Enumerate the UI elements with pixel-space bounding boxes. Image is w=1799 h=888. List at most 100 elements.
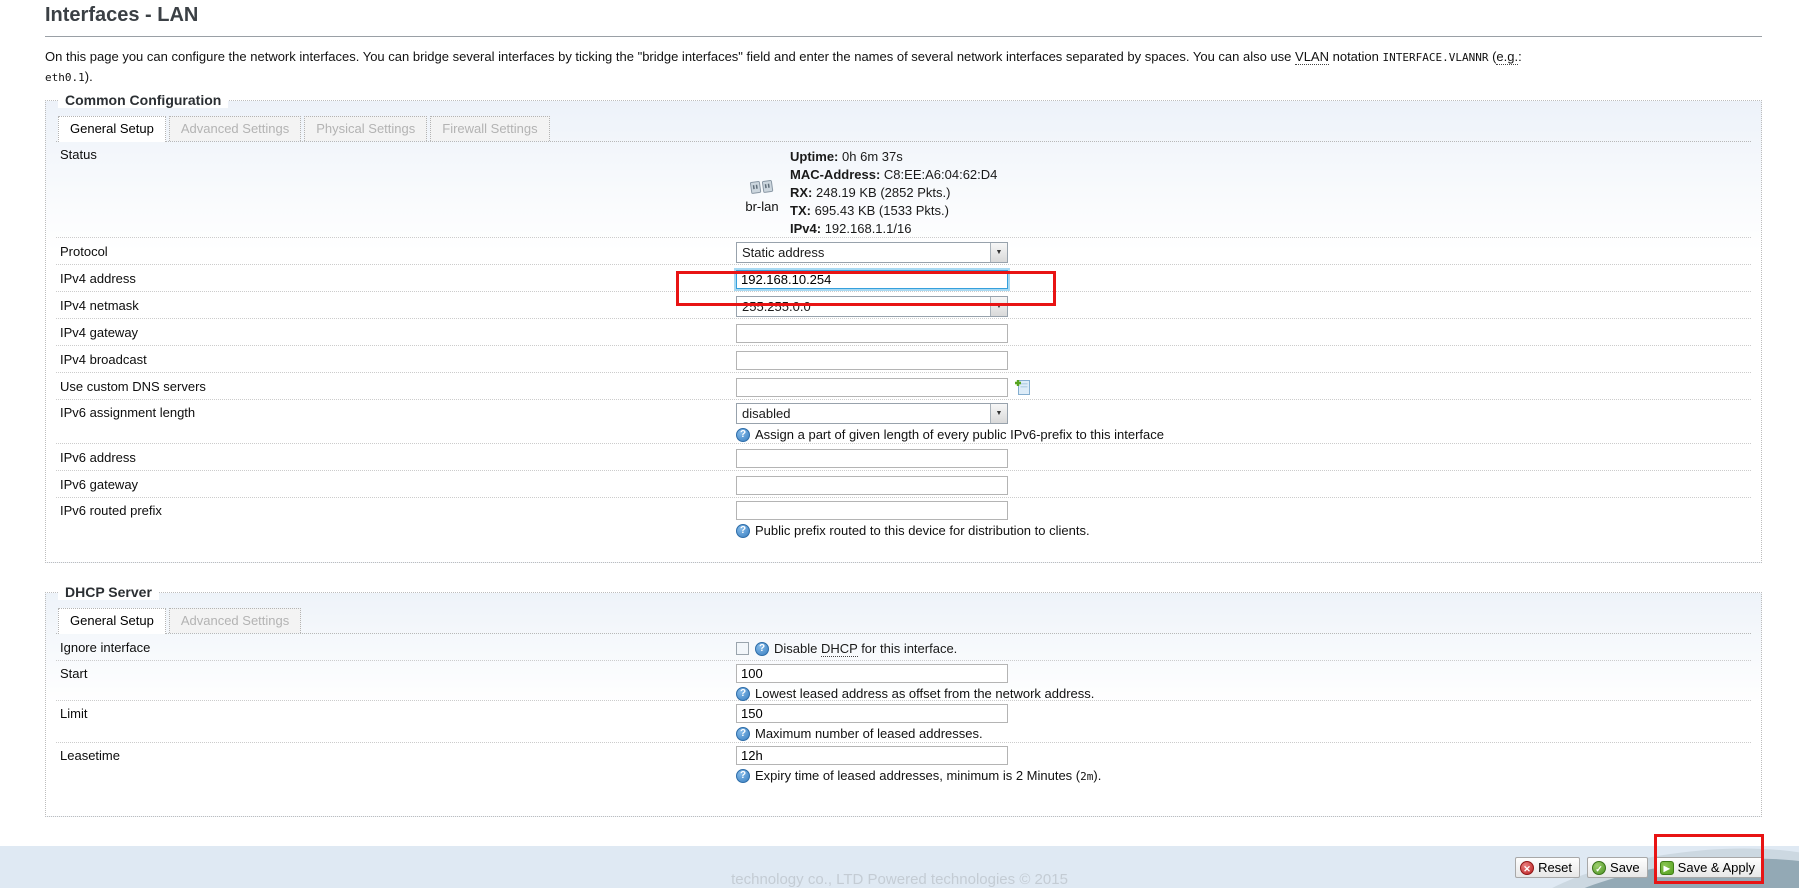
tab-general-setup[interactable]: General Setup bbox=[58, 116, 166, 142]
dhcp-tab-general-setup[interactable]: General Setup bbox=[58, 608, 166, 634]
save-icon: ✓ bbox=[1592, 861, 1606, 875]
row-status: Status br-lan Upti bbox=[56, 142, 1751, 238]
ignore-interface-label: Ignore interface bbox=[60, 634, 736, 660]
ipv6-address-input[interactable] bbox=[736, 449, 1008, 468]
dhcp-limit-help: ? Maximum number of leased addresses. bbox=[736, 726, 1008, 741]
page-description: On this page you can configure the netwo… bbox=[45, 47, 1550, 86]
apply-icon: ▶ bbox=[1660, 861, 1674, 875]
tab-advanced-settings[interactable]: Advanced Settings bbox=[169, 116, 301, 141]
ignore-interface-help: Disable DHCP for this interface. bbox=[774, 641, 957, 656]
ipv6-gateway-input[interactable] bbox=[736, 476, 1008, 495]
ipv6-routed-prefix-input[interactable] bbox=[736, 501, 1008, 520]
ipv4-netmask-label: IPv4 netmask bbox=[60, 292, 736, 318]
tab-firewall-settings[interactable]: Firewall Settings bbox=[430, 116, 549, 141]
interface-device: br-lan bbox=[736, 154, 788, 237]
ipv6-address-label: IPv6 address bbox=[60, 444, 736, 470]
add-entry-icon[interactable] bbox=[1014, 379, 1031, 396]
dhcp-limit-label: Limit bbox=[60, 701, 736, 742]
title-divider bbox=[45, 36, 1762, 37]
dhcp-server-section: DHCP Server General Setup Advanced Setti… bbox=[45, 592, 1762, 817]
ipv4-netmask-select[interactable]: 255.255.0.0 ▼ bbox=[736, 296, 1008, 317]
ipv4-gateway-input[interactable] bbox=[736, 324, 1008, 343]
ipv4-broadcast-label: IPv4 broadcast bbox=[60, 346, 736, 372]
dhcp-start-input[interactable] bbox=[736, 664, 1008, 683]
ipv4-broadcast-input[interactable] bbox=[736, 351, 1008, 370]
dhcp-leasetime-help: ? Expiry time of leased addresses, minim… bbox=[736, 768, 1101, 783]
ignore-interface-checkbox[interactable] bbox=[736, 642, 749, 655]
row-ipv4-broadcast: IPv4 broadcast bbox=[56, 346, 1751, 373]
ipv6-assignment-select[interactable]: disabled ▼ bbox=[736, 403, 1008, 424]
common-configuration-legend: Common Configuration bbox=[58, 92, 228, 108]
save-button[interactable]: ✓Save bbox=[1587, 857, 1648, 878]
ipv6-routed-prefix-label: IPv6 routed prefix bbox=[60, 498, 736, 544]
dhcp-limit-input[interactable] bbox=[736, 704, 1008, 723]
row-custom-dns: Use custom DNS servers bbox=[56, 373, 1751, 400]
chevron-down-icon: ▼ bbox=[990, 297, 1007, 316]
vlan-abbr: VLAN bbox=[1295, 49, 1329, 65]
ipv4-netmask-selected-value: 255.255.0.0 bbox=[737, 297, 990, 316]
reset-button[interactable]: ✕Reset bbox=[1515, 857, 1580, 878]
row-ipv6-address: IPv6 address bbox=[56, 444, 1751, 471]
dhcp-tabs: General Setup Advanced Settings bbox=[56, 607, 1751, 634]
custom-dns-label: Use custom DNS servers bbox=[60, 373, 736, 399]
eg-abbr: e.g. bbox=[1496, 49, 1518, 65]
common-config-tabs: General Setup Advanced Settings Physical… bbox=[56, 115, 1751, 142]
row-dhcp-start: Start ? Lowest leased address as offset … bbox=[56, 661, 1751, 701]
help-icon: ? bbox=[755, 642, 769, 656]
row-dhcp-limit: Limit ? Maximum number of leased address… bbox=[56, 701, 1751, 743]
reset-icon: ✕ bbox=[1520, 861, 1534, 875]
ipv6-gateway-label: IPv6 gateway bbox=[60, 471, 736, 497]
ipv4-gateway-label: IPv4 gateway bbox=[60, 319, 736, 345]
leasetime-min-code: 2m bbox=[1080, 770, 1093, 783]
row-ipv6-assignment: IPv6 assignment length disabled ▼ ? Assi… bbox=[56, 400, 1751, 444]
status-label: Status bbox=[60, 142, 736, 237]
row-ipv4-gateway: IPv4 gateway bbox=[56, 319, 1751, 346]
chevron-down-icon: ▼ bbox=[990, 243, 1007, 262]
ipv6-routed-prefix-help: ? Public prefix routed to this device fo… bbox=[736, 523, 1090, 538]
row-protocol: Protocol Static address ▼ bbox=[56, 238, 1751, 265]
row-ipv6-routed-prefix: IPv6 routed prefix ? Public prefix route… bbox=[56, 498, 1751, 544]
page-actions: ✕Reset ✓Save ▶Save & Apply bbox=[1515, 857, 1763, 878]
status-info: Uptime: 0h 6m 37s MAC-Address: C8:EE:A6:… bbox=[790, 146, 997, 237]
ipv4-address-label: IPv4 address bbox=[60, 265, 736, 291]
dhcp-start-help: ? Lowest leased address as offset from t… bbox=[736, 686, 1094, 701]
ipv6-assignment-selected-value: disabled bbox=[737, 404, 990, 423]
help-icon: ? bbox=[736, 428, 750, 442]
ipv6-assignment-help: ? Assign a part of given length of every… bbox=[736, 427, 1164, 442]
ipv6-assignment-label: IPv6 assignment length bbox=[60, 400, 736, 443]
eth01-code: eth0.1 bbox=[45, 71, 85, 84]
dhcp-leasetime-input[interactable] bbox=[736, 746, 1008, 765]
tab-physical-settings[interactable]: Physical Settings bbox=[304, 116, 427, 141]
page-title: Interfaces - LAN bbox=[45, 4, 198, 27]
help-icon: ? bbox=[736, 687, 750, 701]
row-dhcp-leasetime: Leasetime ? Expiry time of leased addres… bbox=[56, 743, 1751, 785]
dhcp-tab-advanced-settings[interactable]: Advanced Settings bbox=[169, 608, 301, 633]
chevron-down-icon: ▼ bbox=[990, 404, 1007, 423]
row-ipv6-gateway: IPv6 gateway bbox=[56, 471, 1751, 498]
help-icon: ? bbox=[736, 769, 750, 783]
dhcp-start-label: Start bbox=[60, 661, 736, 700]
help-icon: ? bbox=[736, 524, 750, 538]
row-ignore-interface: Ignore interface ? Disable DHCP for this… bbox=[56, 634, 1751, 661]
description-text: : bbox=[1518, 49, 1522, 64]
status-line-uptime: Uptime: 0h 6m 37s bbox=[790, 148, 997, 166]
protocol-select[interactable]: Static address ▼ bbox=[736, 242, 1008, 263]
status-line-mac: MAC-Address: C8:EE:A6:04:62:D4 bbox=[790, 166, 997, 184]
protocol-label: Protocol bbox=[60, 238, 736, 264]
ipv4-address-input[interactable] bbox=[736, 270, 1008, 289]
footer-text: technology co., LTD Powered technologies… bbox=[731, 871, 1068, 888]
interface-name: br-lan bbox=[745, 199, 778, 214]
description-text: On this page you can configure the netwo… bbox=[45, 49, 1295, 64]
custom-dns-input[interactable] bbox=[736, 378, 1008, 397]
row-ipv4-netmask: IPv4 netmask 255.255.0.0 ▼ bbox=[56, 292, 1751, 319]
common-configuration-section: Common Configuration General Setup Advan… bbox=[45, 100, 1762, 563]
dhcp-leasetime-label: Leasetime bbox=[60, 743, 736, 785]
description-text: ). bbox=[85, 69, 93, 84]
save-apply-button[interactable]: ▶Save & Apply bbox=[1655, 857, 1763, 878]
description-text: notation bbox=[1329, 49, 1383, 64]
row-ipv4-address: IPv4 address bbox=[56, 265, 1751, 292]
help-icon: ? bbox=[736, 727, 750, 741]
bridge-interface-icon bbox=[748, 178, 776, 198]
dhcp-server-legend: DHCP Server bbox=[58, 584, 159, 600]
status-line-rx: RX: 248.19 KB (2852 Pkts.) bbox=[790, 184, 997, 202]
